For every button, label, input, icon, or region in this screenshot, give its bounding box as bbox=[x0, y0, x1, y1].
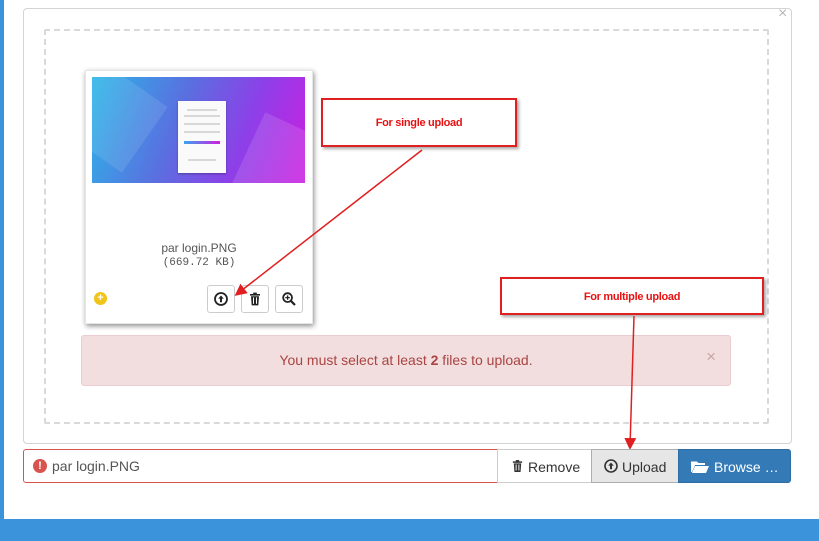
file-thumbnail: par login.PNG (669.72 KB) + bbox=[85, 70, 313, 324]
thumbnail-file-name: par login.PNG bbox=[161, 241, 237, 255]
zoom-file-button[interactable] bbox=[275, 285, 303, 313]
trash-icon bbox=[512, 460, 523, 472]
multiple-upload-callout: For multiple upload bbox=[500, 277, 764, 315]
thumbnail-image bbox=[92, 77, 305, 183]
caption-file-name: par login.PNG bbox=[52, 458, 140, 474]
zoom-icon bbox=[282, 292, 296, 306]
browse-button-label: Browse … bbox=[714, 459, 779, 475]
remove-button-label: Remove bbox=[528, 459, 581, 475]
folder-open-icon bbox=[691, 461, 709, 473]
upload-button-label: Upload bbox=[622, 459, 667, 475]
file-input-group: ! par login.PNG Remove Upload Browse … bbox=[23, 449, 791, 483]
single-upload-button[interactable] bbox=[207, 285, 235, 313]
thumbnail-file-size: (669.72 KB) bbox=[162, 257, 236, 269]
alert-close-icon[interactable]: × bbox=[706, 347, 716, 367]
upload-button[interactable]: Upload bbox=[591, 449, 679, 483]
file-caption[interactable]: ! par login.PNG bbox=[23, 449, 499, 483]
warning-icon: ! bbox=[33, 459, 47, 473]
browse-button[interactable]: Browse … bbox=[678, 449, 791, 483]
trash-icon bbox=[250, 292, 260, 306]
single-upload-callout: For single upload bbox=[321, 98, 517, 147]
alert-message: You must select at least 2 files to uplo… bbox=[279, 352, 533, 368]
upload-icon bbox=[604, 459, 618, 473]
remove-button[interactable]: Remove bbox=[497, 449, 592, 483]
remove-file-button[interactable] bbox=[241, 285, 269, 313]
close-preview-icon[interactable]: × bbox=[778, 6, 787, 22]
plus-circle-icon: + bbox=[94, 292, 107, 305]
upload-icon bbox=[214, 292, 228, 306]
validation-alert: You must select at least 2 files to uplo… bbox=[81, 335, 731, 386]
